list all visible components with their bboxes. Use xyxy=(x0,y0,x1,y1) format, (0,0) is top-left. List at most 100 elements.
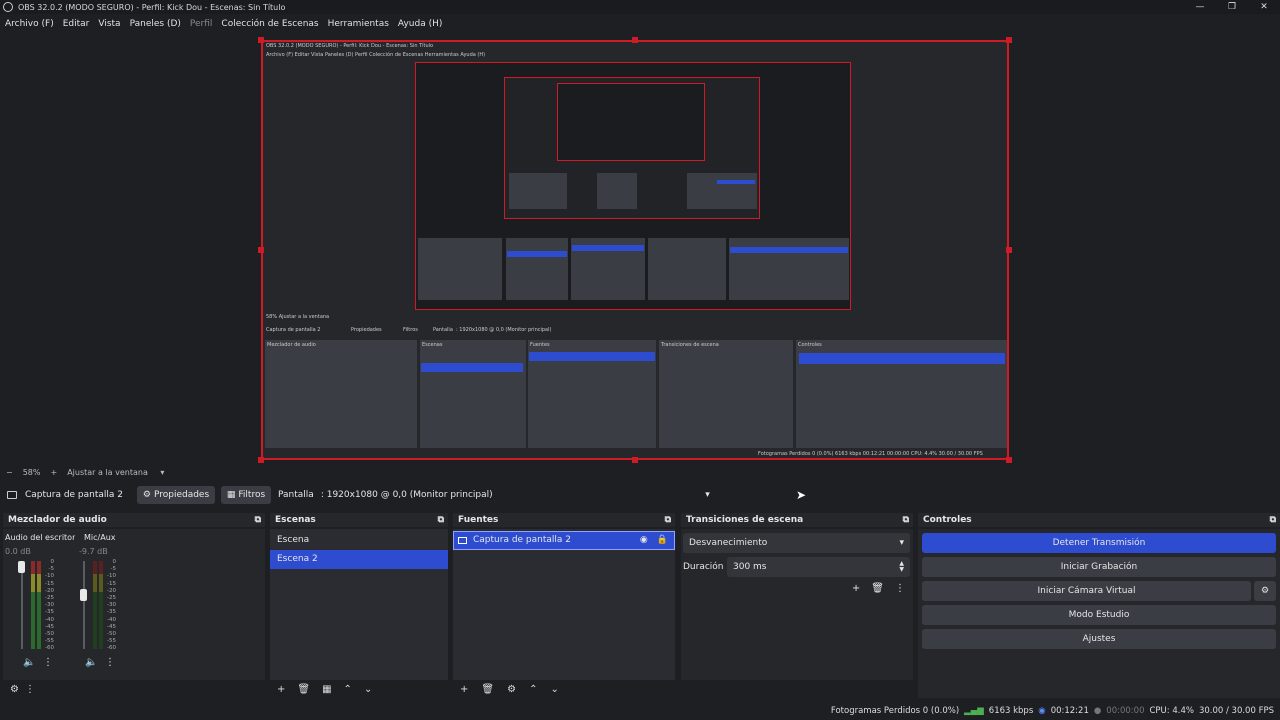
add-icon[interactable]: + xyxy=(277,684,285,695)
nested-source-selected xyxy=(572,245,644,251)
virtual-camera-settings-button[interactable]: ⚙ xyxy=(1254,581,1276,601)
nested-stop-stream xyxy=(799,353,1005,364)
undock-icon[interactable]: ⧉ xyxy=(255,515,261,525)
bitrate: 6163 kbps xyxy=(988,706,1034,716)
chevron-up-icon[interactable]: ⌃ xyxy=(344,684,352,695)
resize-handle[interactable] xyxy=(1006,247,1012,253)
menu-herramientas[interactable]: Herramientas xyxy=(328,19,389,29)
menu-editar[interactable]: Editar xyxy=(63,19,90,29)
resize-handle[interactable] xyxy=(632,457,638,463)
virtual-camera-button[interactable]: Iniciar Cámara Virtual xyxy=(922,581,1251,601)
chevron-up-icon[interactable]: ⌃ xyxy=(529,684,537,695)
eye-icon[interactable]: ◉ xyxy=(640,531,648,550)
stream-icon: ◉ xyxy=(1038,706,1046,716)
nested-scenes xyxy=(420,340,526,448)
lock-icon[interactable]: 🔒 xyxy=(657,531,668,550)
add-icon[interactable]: + xyxy=(852,583,860,594)
volume-slider-knob[interactable] xyxy=(18,561,25,573)
duration-spinbox[interactable]: 300 ms ▲ ▼ xyxy=(727,557,910,577)
nested-filters: Filtros xyxy=(403,327,418,333)
undock-icon[interactable]: ⧉ xyxy=(665,515,671,525)
menu-ayuda[interactable]: Ayuda (H) xyxy=(398,19,442,29)
nested-deep-blue xyxy=(717,180,755,184)
zoom-in-button[interactable]: + xyxy=(50,468,57,477)
menu-paneles[interactable]: Paneles (D) xyxy=(130,19,181,29)
spin-arrows-icon[interactable]: ▲ ▼ xyxy=(899,561,904,573)
controls-body: Detener Transmisión Iniciar Grabación In… xyxy=(918,529,1280,698)
resize-handle[interactable] xyxy=(632,37,638,43)
resize-handle[interactable] xyxy=(258,247,264,253)
undock-icon[interactable]: ⧉ xyxy=(438,515,444,525)
transition-select[interactable]: Desvanecimiento ▾ xyxy=(683,533,910,553)
nested-status: Fotogramas Perdidos 0 (0.0%) 6163 kbps 0… xyxy=(758,451,983,457)
gear-icon[interactable]: ⚙ xyxy=(10,684,19,695)
minimize-button[interactable]: — xyxy=(1184,0,1216,14)
chevron-down-icon[interactable]: ⌄ xyxy=(550,684,558,695)
channel-name: Audio del escritorio xyxy=(5,533,75,542)
duration-label: Duración xyxy=(683,562,724,572)
menu-coleccion[interactable]: Colección de Escenas xyxy=(221,19,318,29)
kebab-menu-icon[interactable]: ⋮ xyxy=(895,583,905,594)
window-controls: — ❐ ✕ xyxy=(1184,0,1280,14)
nested-deep-dock xyxy=(509,173,567,209)
trash-icon[interactable]: 🗑 xyxy=(481,684,494,695)
close-button[interactable]: ✕ xyxy=(1248,0,1280,14)
start-recording-button[interactable]: Iniciar Grabación xyxy=(922,557,1276,577)
gear-icon: ⚙ xyxy=(142,490,151,500)
transitions-header: Transiciones de escena ⧉ xyxy=(681,513,913,527)
preview-area[interactable]: OBS 32.0.2 (MODO SEGURO) - Perfil: Kick … xyxy=(0,33,1280,465)
volume-slider-track[interactable] xyxy=(21,561,23,649)
volume-slider-track[interactable] xyxy=(83,561,85,649)
sources-footer: + 🗑 ⚙ ⌃ ⌄ xyxy=(453,680,675,698)
studio-mode-button[interactable]: Modo Estudio xyxy=(922,605,1276,625)
kebab-menu-icon[interactable]: ⋮ xyxy=(105,657,115,668)
chevron-down-icon[interactable]: ⌄ xyxy=(364,684,372,695)
properties-label: Propiedades xyxy=(153,490,210,500)
resize-handle[interactable] xyxy=(258,457,264,463)
volume-slider-knob[interactable] xyxy=(80,589,87,601)
nested-title: OBS 32.0.2 (MODO SEGURO) - Perfil: Kick … xyxy=(266,43,434,49)
fit-window-label: Ajustar a la ventana xyxy=(67,468,148,477)
trash-icon[interactable]: 🗑 xyxy=(871,583,884,594)
zoom-out-button[interactable]: − xyxy=(6,468,13,477)
source-toolbar: Captura de pantalla 2 ⚙ Propiedades ▦ Filt… xyxy=(0,484,1280,506)
display-select[interactable]: : 1920x1080 @ 0,0 (Monitor principal) ▾ xyxy=(318,486,716,504)
resize-handle[interactable] xyxy=(258,37,264,43)
kebab-menu-icon[interactable]: ⋮ xyxy=(25,684,35,695)
properties-button[interactable]: ⚙ Propiedades xyxy=(137,486,216,504)
cpu-usage: CPU: 4.4% xyxy=(1149,706,1194,716)
scene-item[interactable]: Escena 2 xyxy=(270,550,448,569)
menu-perfil[interactable]: Perfil xyxy=(190,19,213,29)
mouse-cursor-icon: ➤ xyxy=(796,488,807,502)
resize-handle[interactable] xyxy=(1006,37,1012,43)
undock-icon[interactable]: ⧉ xyxy=(903,515,909,525)
add-icon[interactable]: + xyxy=(460,684,468,695)
trash-icon[interactable]: 🗑 xyxy=(297,684,310,695)
fit-window-dropdown[interactable]: Ajustar a la ventana ▾ xyxy=(67,468,174,477)
resize-handle[interactable] xyxy=(1006,457,1012,463)
maximize-button[interactable]: ❐ xyxy=(1216,0,1248,14)
sources-list: Captura de pantalla 2 ◉ 🔒 xyxy=(453,529,675,680)
filter-icon[interactable]: ▦ xyxy=(322,684,331,695)
preview-canvas[interactable]: OBS 32.0.2 (MODO SEGURO) - Perfil: Kick … xyxy=(261,40,1009,460)
kebab-menu-icon[interactable]: ⋮ xyxy=(43,657,53,668)
menu-archivo[interactable]: Archivo (F) xyxy=(5,19,54,29)
nested-props: Propiedades xyxy=(351,327,382,333)
speaker-icon[interactable]: 🔈 xyxy=(23,657,35,668)
undock-icon[interactable]: ⧉ xyxy=(1270,515,1276,525)
nested-dock-scenes xyxy=(506,238,568,300)
stop-stream-button[interactable]: Detener Transmisión xyxy=(922,533,1276,553)
audio-mixer-body: Audio del escritorio 0.0 dB 0 -5 -10 -15 -20… xyxy=(3,529,265,680)
settings-button[interactable]: Ajustes xyxy=(922,629,1276,649)
filters-button[interactable]: ▦ Filtros xyxy=(221,486,272,504)
source-item[interactable]: Captura de pantalla 2 ◉ 🔒 xyxy=(453,531,675,550)
obs-logo-icon xyxy=(3,2,13,12)
menu-vista[interactable]: Vista xyxy=(98,19,120,29)
speaker-icon[interactable]: 🔈 xyxy=(85,657,97,668)
gear-icon[interactable]: ⚙ xyxy=(507,684,516,695)
controls-header: Controles ⧉ xyxy=(918,513,1280,527)
sources-header: Fuentes ⧉ xyxy=(453,513,675,527)
nested-audio-mixer xyxy=(265,340,417,448)
scene-item[interactable]: Escena xyxy=(270,531,448,550)
record-icon: ● xyxy=(1093,706,1102,716)
